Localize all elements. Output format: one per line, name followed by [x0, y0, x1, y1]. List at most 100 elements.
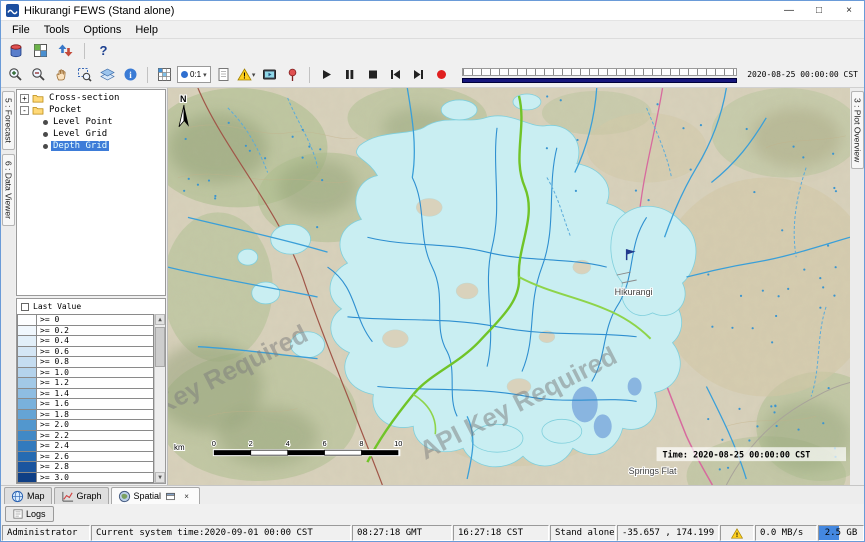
main-area: 5 : Forecast 6 : Data Viewer + Cross-sec… [1, 88, 864, 485]
map-svg: API Key Required API Key Required Hikura… [168, 88, 850, 485]
step-forward-icon [411, 67, 426, 82]
svg-text:6: 6 [322, 439, 326, 448]
tab-plot-overview[interactable]: 3 : Plot Overview [851, 91, 864, 169]
database-button[interactable] [5, 41, 26, 60]
step-forward-button[interactable] [408, 65, 429, 84]
layers-button[interactable] [97, 65, 118, 84]
database-icon [8, 43, 24, 59]
map-grid-icon [33, 43, 48, 58]
scroll-thumb[interactable] [155, 327, 165, 367]
animation-export-button[interactable] [259, 65, 280, 84]
legend-label: >= 3.0 [36, 472, 154, 484]
pan-button[interactable] [51, 65, 72, 84]
timeline-slider[interactable] [462, 68, 738, 83]
timestep-combo-value: 0:1 [190, 70, 201, 79]
close-tab-icon[interactable]: × [180, 490, 193, 503]
tab-spatial-label: Spatial [134, 491, 162, 501]
help-button[interactable]: ? [93, 41, 114, 60]
last-value-checkbox[interactable] [21, 303, 29, 311]
left-panel: + Cross-section - Pocket Level Point Lev… [15, 88, 168, 485]
import-export-button[interactable] [55, 41, 76, 60]
info-button[interactable]: i [120, 65, 141, 84]
scroll-down-icon[interactable]: ▼ [155, 472, 165, 483]
svg-text:4: 4 [286, 439, 290, 448]
node-bullet-icon [43, 132, 48, 137]
marker-tool-button[interactable] [282, 65, 303, 84]
title-bar: Hikurangi FEWS (Stand alone) — □ × [1, 1, 864, 21]
status-warning[interactable]: ! [720, 525, 754, 541]
window-title: Hikurangi FEWS (Stand alone) [24, 5, 174, 17]
record-button[interactable] [431, 65, 452, 84]
locality-label: Springs Flat [629, 466, 677, 476]
chevron-down-icon: ▾ [203, 71, 207, 79]
svg-text:!: ! [736, 531, 738, 538]
close-button[interactable]: × [834, 1, 864, 20]
tree-item-label[interactable]: Pocket [47, 105, 84, 115]
tree-item-label[interactable]: Level Grid [51, 129, 109, 139]
tree-row-selected[interactable]: Depth Grid [17, 140, 165, 152]
status-bar: Administrator Current system time:2020-0… [1, 524, 864, 541]
combo-dot-icon [181, 71, 188, 78]
profile-button[interactable] [213, 65, 234, 84]
play-icon [319, 67, 334, 82]
timestep-combo[interactable]: 0:1 ▾ [177, 66, 211, 83]
logs-row: Logs [1, 504, 864, 524]
tab-graph[interactable]: Graph [54, 487, 109, 504]
expand-icon[interactable]: + [20, 94, 29, 103]
menu-options[interactable]: Options [76, 23, 128, 37]
collapse-icon[interactable]: - [20, 106, 29, 115]
pause-button[interactable] [339, 65, 360, 84]
tab-spatial[interactable]: Spatial × [111, 487, 201, 504]
minimize-button[interactable]: — [774, 1, 804, 20]
maximize-button[interactable]: □ [804, 1, 834, 20]
warning-menu-button[interactable]: ! ▾ [236, 65, 257, 84]
legend-header: Last Value [17, 299, 165, 314]
tree-row[interactable]: Level Grid [17, 128, 165, 140]
step-backward-button[interactable] [385, 65, 406, 84]
spatial-globe-icon [118, 490, 131, 503]
marker-pin-icon [285, 67, 300, 82]
toolbar-separator [309, 67, 310, 83]
logs-icon [13, 509, 23, 519]
tree-item-label[interactable]: Level Point [51, 117, 115, 127]
svg-text:N: N [180, 94, 186, 104]
step-backward-icon [388, 67, 403, 82]
zoom-extent-icon [77, 67, 92, 82]
stop-button[interactable] [362, 65, 383, 84]
tab-map[interactable]: Map [4, 487, 52, 504]
scroll-up-icon[interactable]: ▲ [155, 314, 165, 325]
tree-row[interactable]: + Cross-section [17, 92, 165, 104]
tab-forecast[interactable]: 5 : Forecast [2, 91, 15, 150]
tree-row[interactable]: - Pocket [17, 104, 165, 116]
float-panel-icon[interactable] [164, 490, 177, 503]
record-icon [434, 67, 449, 82]
tree-row[interactable]: Level Point [17, 116, 165, 128]
play-button[interactable] [316, 65, 337, 84]
pan-hand-icon [54, 67, 69, 82]
document-icon [216, 67, 231, 82]
timeline-bar [462, 78, 738, 83]
node-bullet-icon [43, 144, 48, 149]
layers-icon [100, 67, 115, 82]
scroll-track[interactable] [155, 325, 165, 472]
menu-help[interactable]: Help [128, 23, 165, 37]
timeline-ruler [462, 68, 738, 76]
tree-item-label[interactable]: Depth Grid [51, 141, 109, 151]
scale-unit: km [174, 443, 185, 452]
zoom-in-icon [8, 67, 23, 82]
status-coordinates: -35.657 , 174.199 [617, 525, 719, 541]
zoom-extent-button[interactable] [74, 65, 95, 84]
zoom-in-button[interactable] [5, 65, 26, 84]
map-canvas[interactable]: API Key Required API Key Required Hikura… [168, 88, 850, 485]
svg-text:!: ! [243, 72, 246, 81]
logs-button[interactable]: Logs [5, 506, 54, 522]
zoom-out-button[interactable] [28, 65, 49, 84]
legend-swatch [17, 472, 37, 484]
tree-item-label[interactable]: Cross-section [47, 93, 121, 103]
map-display-button[interactable] [30, 41, 51, 60]
grid-display-button[interactable] [154, 65, 175, 84]
menu-tools[interactable]: Tools [37, 23, 77, 37]
legend-scrollbar[interactable]: ▲ ▼ [154, 314, 165, 483]
tab-data-viewer[interactable]: 6 : Data Viewer [2, 154, 15, 226]
menu-file[interactable]: File [5, 23, 37, 37]
